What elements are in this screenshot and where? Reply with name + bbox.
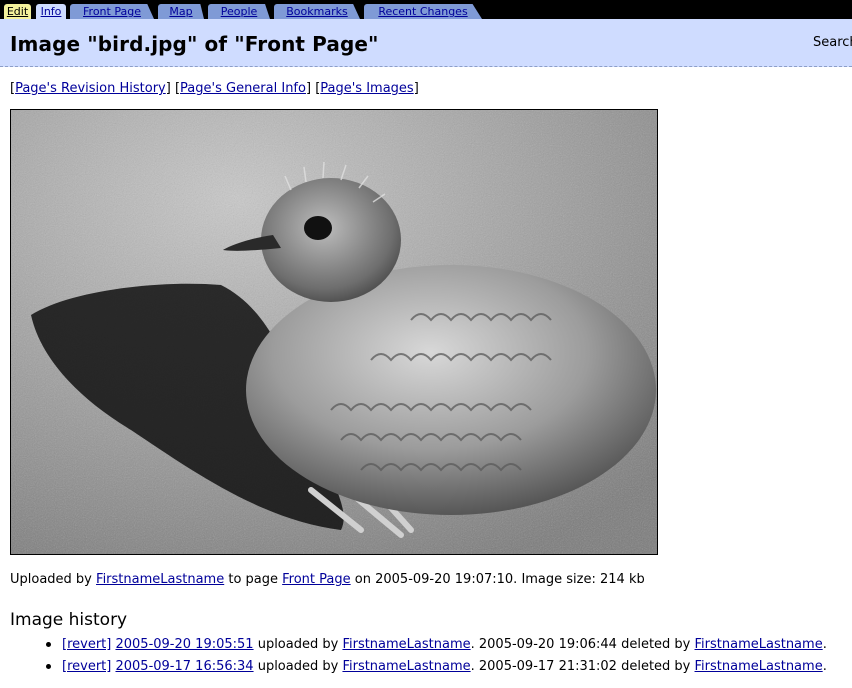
bullet-icon (46, 664, 51, 669)
revision-history-link[interactable]: Page's Revision History (15, 81, 166, 96)
uploader-link[interactable]: FirstnameLastname (342, 659, 470, 674)
image-history-list: [revert] 2005-09-20 19:05:51 uploaded by… (44, 637, 827, 681)
tab-front-page-label: Front Page (83, 5, 141, 18)
deleted-text: . 2005-09-17 21:31:02 deleted by (470, 659, 691, 674)
tab-edit[interactable]: Edit (4, 4, 31, 19)
deleted-text: . 2005-09-20 19:06:44 deleted by (470, 637, 691, 652)
tab-bookmarks-label: Bookmarks (286, 5, 348, 18)
uploaded-by-text: uploaded by (257, 637, 339, 652)
upload-info: Uploaded by FirstnameLastname to page Fr… (10, 572, 645, 587)
history-item: [revert] 2005-09-17 16:56:34 uploaded by… (44, 659, 827, 681)
tab-people[interactable]: People (208, 4, 270, 19)
bird-image (10, 109, 658, 555)
deleter-link[interactable]: FirstnameLastname (695, 637, 823, 652)
revision-timestamp-link[interactable]: 2005-09-20 19:05:51 (115, 637, 253, 652)
bracket: ] (305, 81, 312, 96)
tab-bar: Edit Info Front Page Map People Bookmark… (0, 0, 852, 19)
uploader-link[interactable]: FirstnameLastname (342, 637, 470, 652)
tab-people-label: People (220, 5, 258, 18)
tab-edit-label: Edit (6, 5, 29, 18)
tab-recent-changes[interactable]: Recent Changes (364, 4, 482, 19)
bracket: ] (413, 81, 419, 96)
front-page-link[interactable]: Front Page (282, 572, 351, 587)
tab-info-label: Info (40, 5, 62, 18)
page-links: [Page's Revision History] [Page's Genera… (10, 81, 419, 96)
upload-date-size: on 2005-09-20 19:07:10. Image size: 214 … (354, 572, 645, 587)
tab-map-label: Map (169, 5, 193, 18)
tab-bookmarks[interactable]: Bookmarks (274, 4, 360, 19)
search-label[interactable]: Search (813, 35, 852, 50)
deleter-link[interactable]: FirstnameLastname (695, 659, 823, 674)
uploaded-by-text: uploaded by (257, 659, 339, 674)
image-history-heading: Image history (10, 610, 128, 630)
page-title: Image "bird.jpg" of "Front Page" (10, 32, 379, 56)
general-info-link[interactable]: Page's General Info (180, 81, 306, 96)
tab-front-page[interactable]: Front Page (70, 4, 154, 19)
bullet-icon (46, 642, 51, 647)
tab-info[interactable]: Info (36, 4, 66, 19)
revert-link[interactable]: [revert] (62, 659, 111, 674)
tab-map[interactable]: Map (158, 4, 204, 19)
revert-link[interactable]: [revert] (62, 637, 111, 652)
upload-to-page: to page (228, 572, 278, 587)
bracket: ] (165, 81, 171, 96)
upload-prefix: Uploaded by (10, 572, 92, 587)
tab-recent-changes-label: Recent Changes (378, 5, 468, 18)
page-header: Image "bird.jpg" of "Front Page" Search (0, 19, 852, 67)
period: . (822, 659, 827, 674)
revision-timestamp-link[interactable]: 2005-09-17 16:56:34 (115, 659, 253, 674)
bird-photo-graphic (11, 110, 657, 554)
uploader-link[interactable]: FirstnameLastname (96, 572, 224, 587)
history-item: [revert] 2005-09-20 19:05:51 uploaded by… (44, 637, 827, 659)
page-images-link[interactable]: Page's Images (320, 81, 413, 96)
period: . (822, 637, 827, 652)
